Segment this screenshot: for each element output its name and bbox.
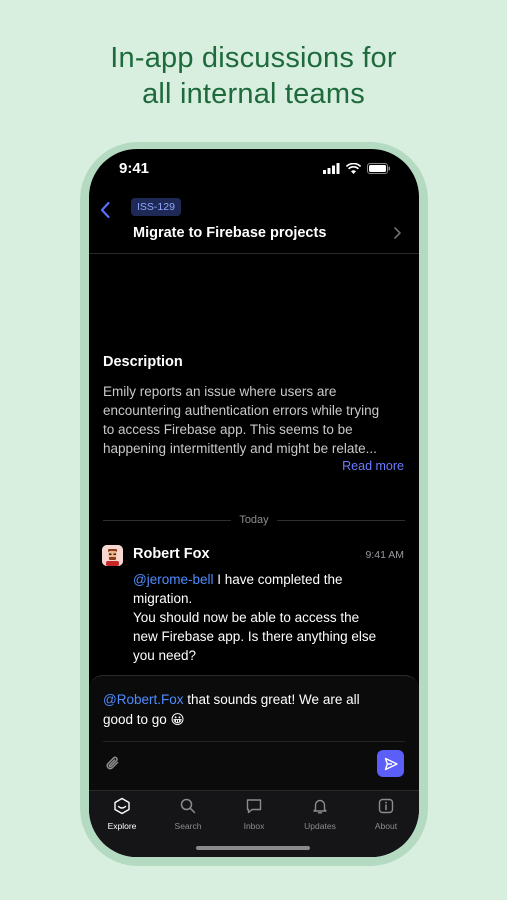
send-icon [384, 757, 398, 770]
description-text: Emily reports an issue where users are e… [103, 382, 408, 458]
avatar-image [102, 545, 123, 566]
tab-explore[interactable]: Explore [89, 797, 155, 831]
chevron-right-icon[interactable] [391, 225, 403, 241]
info-icon [378, 798, 394, 814]
date-divider-label: Today [231, 514, 277, 526]
message-timestamp: 9:41 AM [365, 549, 404, 561]
status-time: 9:41 [119, 160, 150, 177]
cellular-signal-icon [323, 163, 340, 174]
issue-title[interactable]: Migrate to Firebase projects [133, 225, 326, 241]
description-line: happening intermittently and might be re… [103, 441, 377, 456]
tab-about[interactable]: About [353, 797, 419, 831]
issue-header[interactable]: ISS-129 Migrate to Firebase projects [89, 189, 419, 254]
mention-link[interactable]: @jerome-bell [133, 572, 213, 587]
message-body: @jerome-bell I have completed the migrat… [133, 570, 403, 665]
description-line: encountering authentication errors while… [103, 403, 380, 418]
message-composer[interactable]: @Robert.Fox that sounds great! We are al… [89, 675, 419, 791]
tab-label: Search [174, 821, 202, 831]
back-chevron-icon[interactable] [95, 199, 117, 221]
message-text: migration. [133, 591, 193, 606]
tab-bar: Explore Search Inbox Updates About [89, 790, 419, 857]
home-indicator [196, 846, 310, 850]
message-text: You should now be able to access the [133, 610, 360, 625]
description-heading: Description [103, 354, 183, 370]
description-line: to access Firebase app. This seems to be [103, 422, 353, 437]
issue-id-badge: ISS-129 [131, 198, 181, 216]
search-icon [180, 798, 196, 814]
tab-label: About [374, 821, 398, 831]
tab-label: Explore [107, 821, 137, 831]
paperclip-icon[interactable] [103, 754, 123, 774]
description-line: Emily reports an issue where users are [103, 384, 337, 399]
headline-line-2: all internal teams [142, 78, 365, 110]
headline-line-1: In-app discussions for [110, 42, 397, 74]
read-more-link[interactable]: Read more [342, 459, 404, 473]
bell-icon [313, 799, 327, 814]
message-author[interactable]: Robert Fox [133, 546, 210, 562]
wifi-icon [346, 163, 361, 174]
message-text: I have completed the [213, 572, 343, 587]
tab-label: Inbox [243, 821, 265, 831]
message-text: new Firebase app. Is there anything else [133, 629, 377, 644]
message-text: you need? [133, 648, 197, 663]
composer-text: that sounds great! We are all [183, 692, 360, 707]
date-divider: Today [103, 514, 405, 528]
tab-updates[interactable]: Updates [287, 797, 353, 831]
inbox-icon [246, 799, 262, 814]
tab-search[interactable]: Search [155, 797, 221, 831]
promo-headline: In-app discussions for all internal team… [0, 40, 507, 112]
avatar[interactable] [102, 545, 123, 566]
explore-icon [114, 797, 130, 815]
battery-icon [367, 163, 390, 174]
tab-inbox[interactable]: Inbox [221, 797, 287, 831]
send-button[interactable] [377, 750, 404, 777]
mention-link[interactable]: @Robert.Fox [103, 692, 183, 707]
composer-text: good to go 😀 [103, 712, 185, 727]
phone-screen: 9:41 ISS-129 Migrate to Firebase project… [89, 149, 419, 857]
composer-divider [103, 741, 405, 742]
status-bar: 9:41 [89, 149, 419, 189]
composer-input[interactable]: @Robert.Fox that sounds great! We are al… [103, 690, 403, 730]
tab-label: Updates [304, 821, 336, 831]
